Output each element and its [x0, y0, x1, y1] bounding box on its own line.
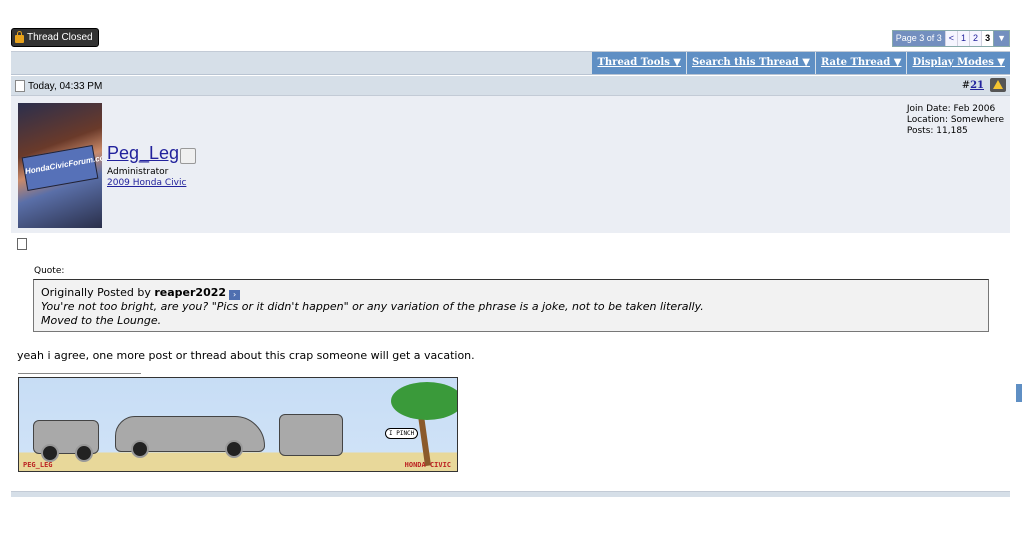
post-icon [17, 238, 27, 250]
join-date: Join Date: Feb 2006 [906, 104, 996, 114]
quote-attribution: Originally Posted by reaper2022 › [41, 286, 241, 300]
quote-box: Originally Posted by reaper2022 › You're … [33, 279, 989, 332]
user-info-panel: HondaCivicForum.com Peg_Leg Administrato… [11, 96, 1010, 233]
quote-text-line: Moved to the Lounge. [41, 314, 162, 327]
post-count: Posts: 11,185 [906, 126, 968, 136]
page-navigation: Page 3 of 3 < 1 2 3 ▼ [891, 30, 1010, 47]
page-prev-link[interactable]: < [944, 31, 958, 46]
user-location: Location: Somewhere [906, 115, 1004, 125]
post-body: Quote: Originally Posted by reaper2022 › … [11, 233, 1010, 486]
user-title: Administrator [107, 167, 169, 177]
avatar[interactable]: HondaCivicForum.com [18, 103, 102, 228]
post-date-text: Today, 04:33 PM [28, 80, 103, 92]
thread-tools-menu[interactable]: Thread Tools ▼ [591, 52, 686, 74]
page-link-2[interactable]: 2 [969, 31, 982, 46]
post-message: yeah i agree, one more post or thread ab… [17, 349, 475, 362]
post-number-prefix: # [961, 80, 971, 91]
quote-author: reaper2022 [154, 286, 227, 299]
rate-thread-menu[interactable]: Rate Thread ▼ [814, 52, 907, 74]
search-thread-menu[interactable]: Search this Thread ▼ [686, 52, 815, 74]
quote-text-line: You're not too bright, are you? "Pics or… [41, 300, 704, 313]
quote-label: Quote: [34, 266, 65, 276]
speech-bubble: I PINCH [385, 428, 419, 439]
page-menu-chevron-icon[interactable]: ▼ [993, 31, 1009, 46]
post-old-icon [15, 80, 25, 92]
user-stats: Join Date: Feb 2006 Location: Somewhere … [907, 104, 1004, 137]
car-wheel [131, 440, 149, 458]
thread-toolbar: Thread Tools ▼ Search this Thread ▼ Rate… [11, 51, 1010, 75]
signature-banner: I PINCH PEG_LEG HONDA CIVIC [18, 377, 458, 472]
page-current: 3 [981, 31, 994, 46]
post-date: Today, 04:33 PM [15, 80, 102, 92]
user-car-link[interactable]: 2009 Honda Civic [107, 178, 186, 188]
lock-icon [15, 31, 24, 43]
avatar-sign: HondaCivicForum.com [21, 145, 102, 191]
signature-left-text: PEG_LEG [23, 461, 53, 469]
signature-divider [18, 373, 141, 374]
user-offline-icon [180, 148, 196, 164]
thread-closed-button[interactable]: Thread Closed [11, 28, 99, 47]
thread-closed-label: Thread Closed [27, 32, 93, 43]
page-link-1[interactable]: 1 [957, 31, 970, 46]
scrollbar-thumb[interactable] [1016, 384, 1022, 402]
post-header: Today, 04:33 PM #21 [11, 76, 1010, 96]
palm-leaves [391, 382, 457, 420]
signature-right-text: HONDA CIVIC [404, 461, 451, 469]
post-footer-bar [11, 491, 1010, 497]
quote-intro: Originally Posted by [41, 286, 155, 299]
police-car-rear-image [279, 414, 343, 456]
car-wheel [225, 440, 243, 458]
page-label: Page 3 of 3 [892, 31, 945, 46]
display-modes-menu[interactable]: Display Modes ▼ [906, 52, 1010, 74]
car-wheel [41, 444, 59, 462]
car-wheel [75, 444, 93, 462]
avatar-logo-text: HondaCivicForum.com [24, 151, 102, 177]
username-link[interactable]: Peg_Leg [107, 143, 179, 164]
post-number: #21 [962, 80, 984, 91]
post-number-link[interactable]: 21 [970, 80, 984, 91]
report-post-icon[interactable] [990, 78, 1006, 92]
view-post-arrow-icon[interactable]: › [229, 290, 241, 300]
